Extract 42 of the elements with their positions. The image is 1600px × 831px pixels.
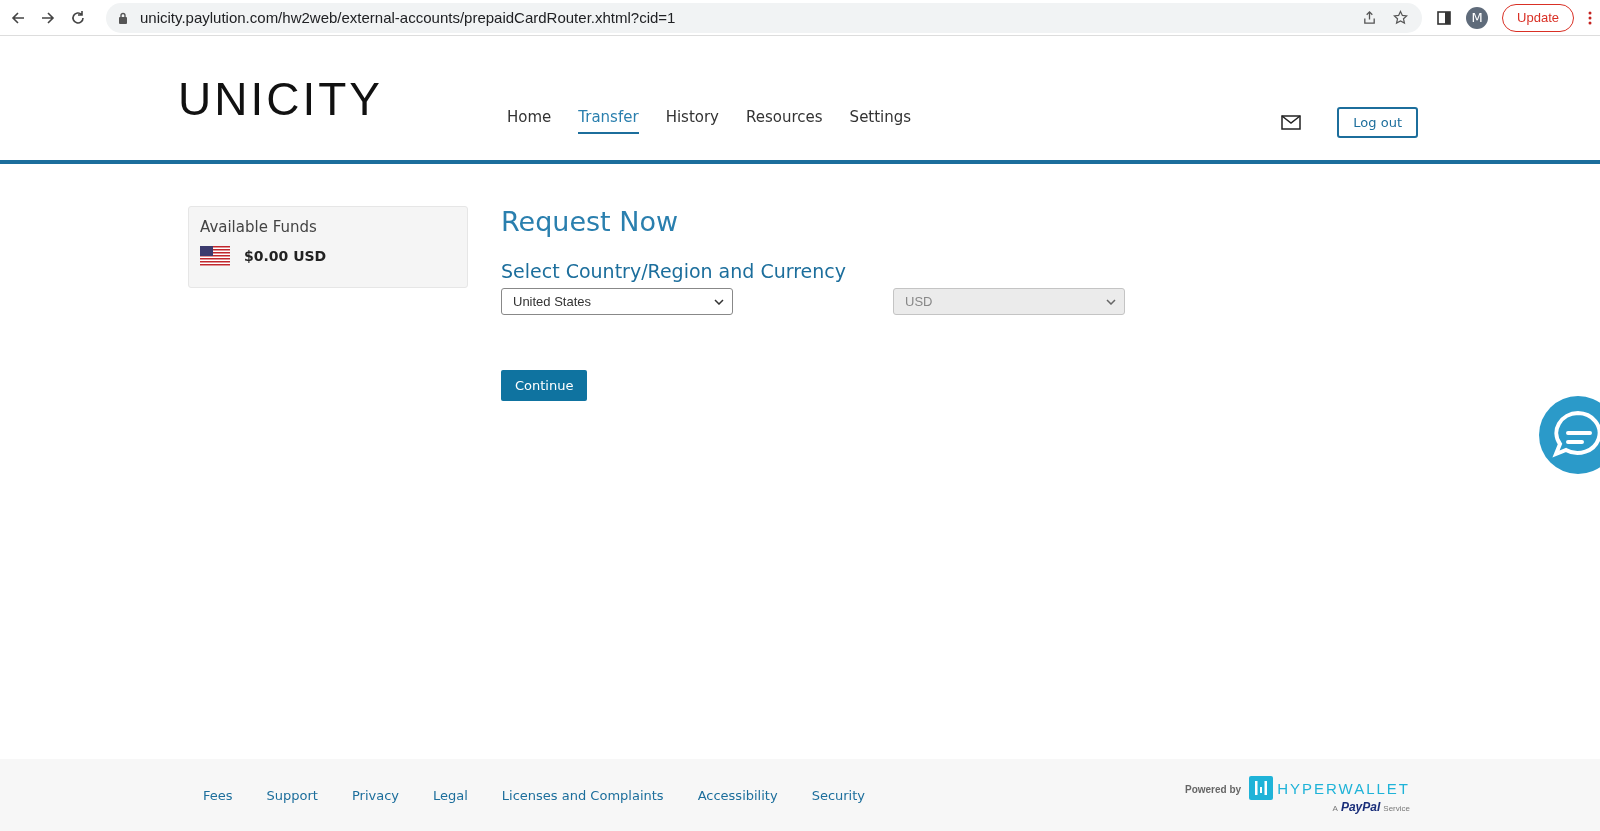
nav-tab[interactable]: Settings	[849, 108, 912, 134]
sidebar-icon[interactable]	[1436, 9, 1453, 26]
nav-tab[interactable]: Transfer	[578, 108, 639, 134]
chevron-down-icon	[1106, 298, 1116, 305]
powered-by-label: Powered by	[1185, 784, 1242, 795]
share-icon[interactable]	[1362, 10, 1378, 25]
nav-tab[interactable]: History	[665, 108, 719, 134]
footer-link[interactable]: Licenses and Complaints	[501, 787, 664, 803]
back-icon[interactable]	[10, 9, 26, 26]
reload-icon[interactable]	[70, 9, 86, 26]
chevron-down-icon	[714, 298, 724, 305]
address-bar[interactable]: unicity.paylution.com/hw2web/external-accounts/prepaidCardRouter.xhtml?cid=1	[106, 2, 1423, 33]
hyperwallet-logo-icon	[1249, 776, 1274, 800]
star-icon[interactable]	[1393, 10, 1409, 25]
footer-link[interactable]: Privacy	[351, 787, 399, 803]
footer-link[interactable]: Accessibility	[697, 787, 778, 803]
logo[interactable]: UNICITY	[178, 76, 383, 122]
nav-tab[interactable]: Resources	[746, 108, 823, 134]
us-flag-icon	[200, 246, 230, 266]
update-button[interactable]: Update	[1502, 3, 1574, 32]
profile-avatar[interactable]: M	[1466, 6, 1489, 29]
logout-button[interactable]: Log out	[1337, 107, 1418, 138]
footer-link[interactable]: Legal	[433, 787, 468, 803]
paypal-brand: PayPal	[1340, 800, 1381, 814]
footer-link[interactable]: Security	[811, 787, 865, 803]
nav-tab[interactable]: Home	[507, 108, 552, 134]
country-select[interactable]: United States	[501, 288, 733, 316]
section-subtitle: Select Country/Region and Currency	[501, 260, 846, 284]
hyperwallet-brand: HYPERWALLET	[1277, 779, 1410, 797]
page-title: Request Now	[501, 206, 679, 239]
mail-icon[interactable]	[1281, 115, 1302, 130]
footer-link[interactable]: Support	[266, 787, 318, 803]
continue-button[interactable]: Continue	[501, 370, 588, 402]
footer-link[interactable]: Fees	[203, 787, 233, 803]
tagline-suffix: Service	[1383, 804, 1410, 813]
tagline-prefix: A	[1332, 804, 1338, 813]
lock-icon	[118, 11, 128, 24]
funds-amount: $0.00 USD	[244, 248, 327, 264]
chat-icon[interactable]	[1538, 395, 1600, 475]
menu-icon[interactable]	[1588, 9, 1592, 26]
funds-title: Available Funds	[200, 218, 318, 236]
forward-icon[interactable]	[40, 9, 56, 26]
